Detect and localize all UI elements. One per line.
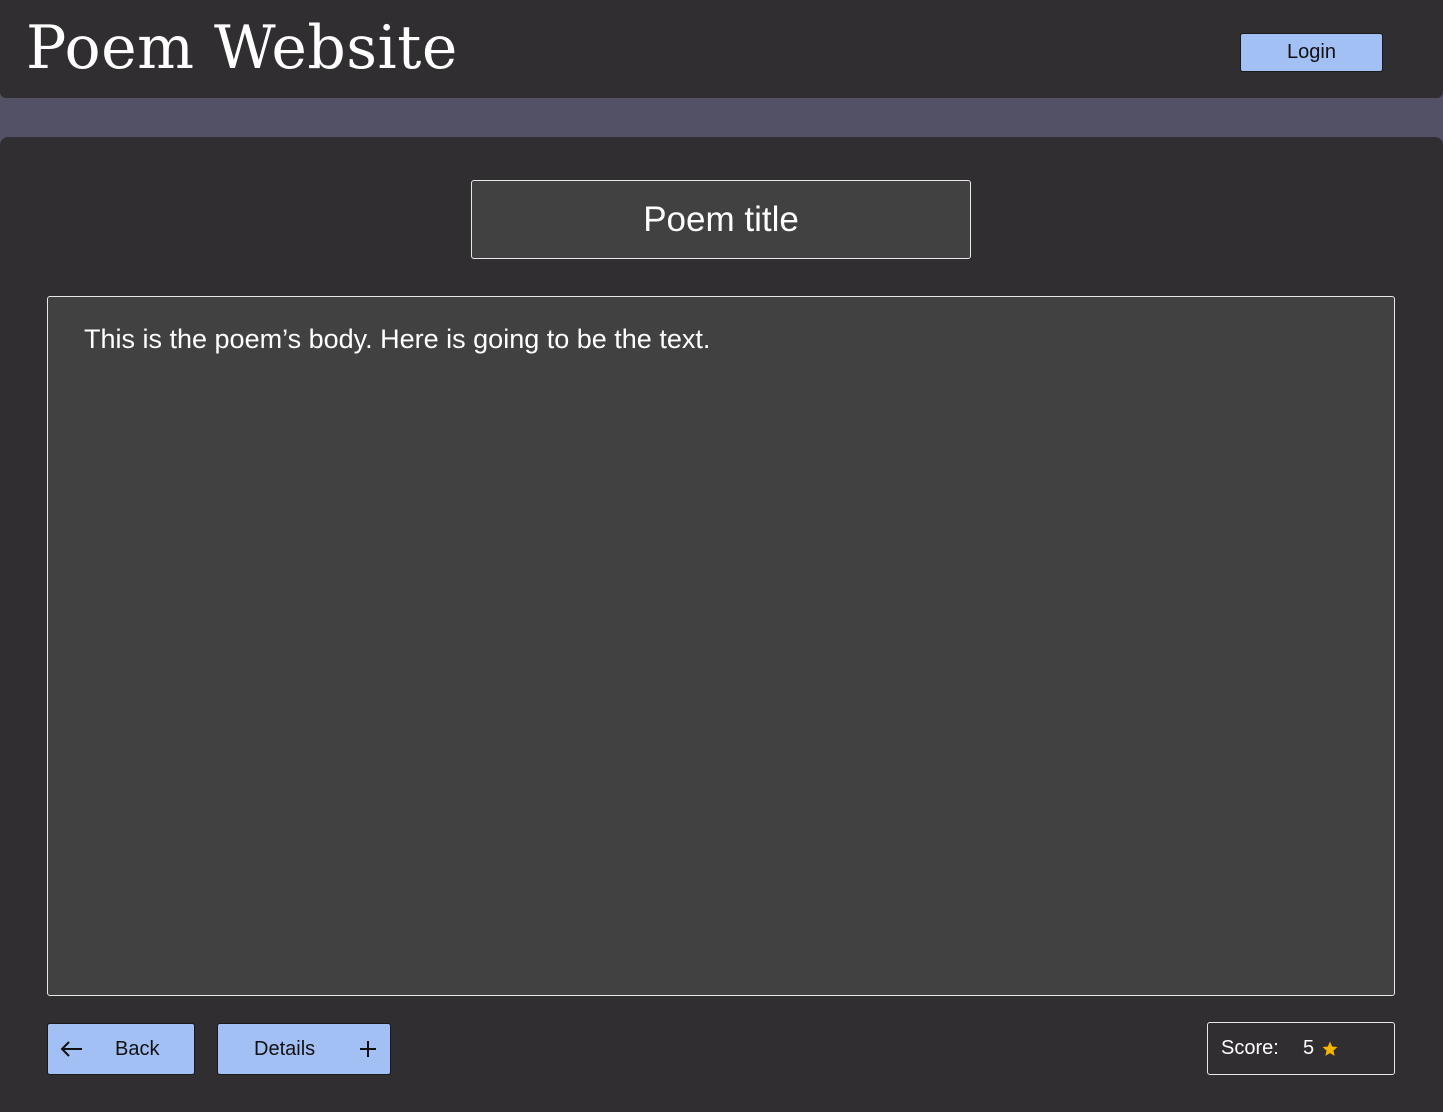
main-content: Poem title This is the poem’s body. Here… — [0, 137, 1443, 1112]
back-button-label: Back — [115, 1038, 160, 1060]
site-header: Poem Website Login — [0, 0, 1443, 98]
details-button[interactable]: Details — [217, 1023, 391, 1075]
arrow-left-icon — [60, 1041, 82, 1057]
details-button-label: Details — [254, 1038, 316, 1060]
score-display: Score: 5 — [1207, 1022, 1395, 1075]
score-value: 5 — [1303, 1037, 1315, 1059]
plus-icon — [360, 1041, 376, 1057]
site-title: Poem Website — [26, 13, 458, 83]
poem-title: Poem title — [471, 180, 971, 259]
score-label: Score: — [1221, 1037, 1279, 1059]
star-icon — [1322, 1041, 1338, 1056]
login-button[interactable]: Login — [1240, 33, 1383, 72]
poem-body: This is the poem’s body. Here is going t… — [47, 296, 1395, 996]
back-button[interactable]: Back — [47, 1023, 195, 1075]
